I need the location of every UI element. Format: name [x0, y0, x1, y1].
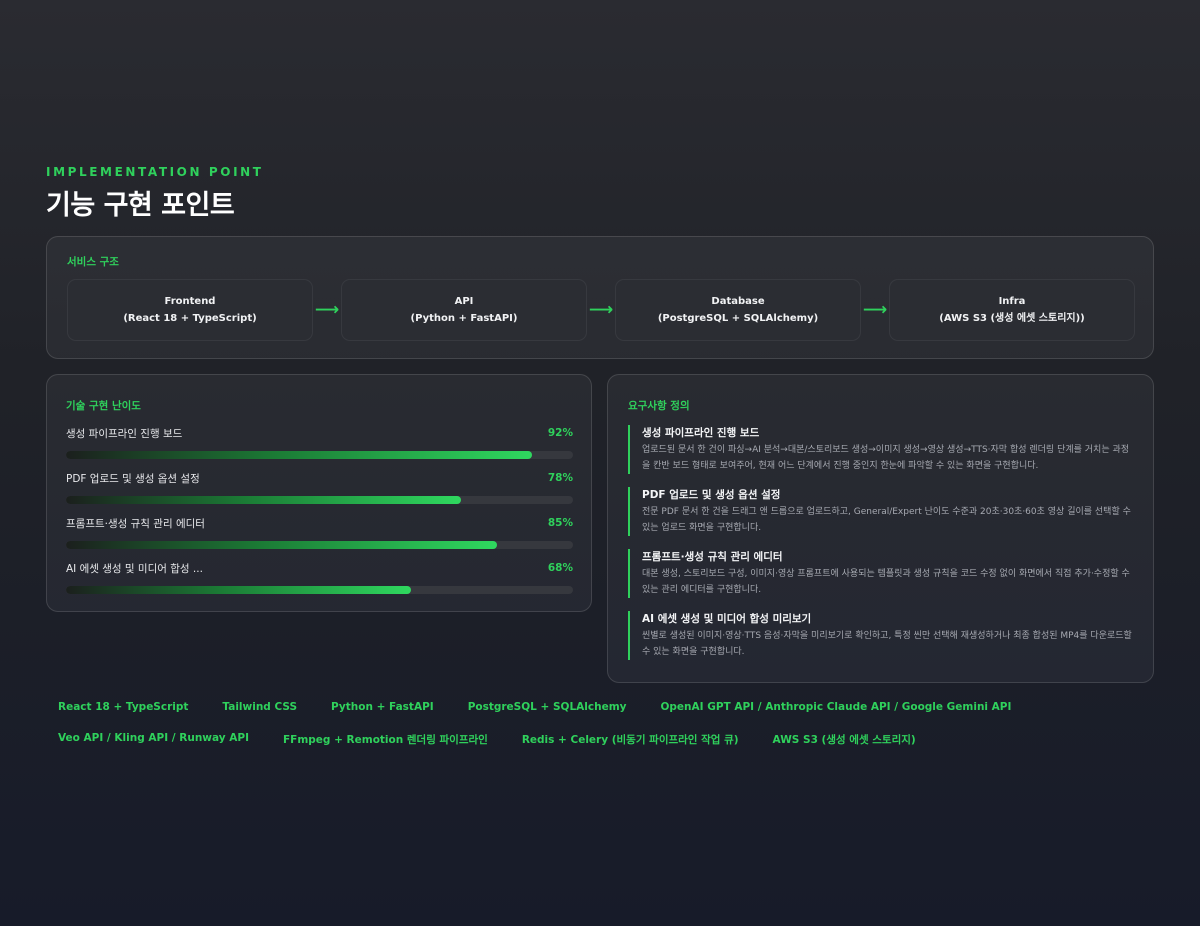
progress-track	[66, 586, 573, 594]
requirement-desc: 업로드된 문서 한 건이 파싱→AI 분석→대본/스토리보드 생성→이미지 생성…	[642, 445, 1130, 471]
flow-node-detail: (AWS S3 (생성 에셋 스토리지))	[939, 313, 1085, 324]
skill-percent: 92%	[547, 427, 573, 439]
progress-fill	[66, 496, 462, 504]
arrow-right-icon: ⟶	[588, 300, 614, 320]
requirement-title: AI 에셋 생성 및 미디어 합성 미리보기	[642, 613, 812, 625]
flow-node-detail: (React 18 + TypeScript)	[123, 313, 257, 324]
skill-item: 생성 파이프라인 진행 보드 92%	[66, 425, 573, 459]
flow-node-frontend: Frontend (React 18 + TypeScript)	[67, 279, 313, 341]
flow-node-name: API	[454, 296, 474, 307]
requirement-title: 생성 파이프라인 진행 보드	[642, 427, 760, 439]
requirements-panel: 요구사항 정의 생성 파이프라인 진행 보드 업로드된 문서 한 건이 파싱→A…	[607, 374, 1154, 683]
requirement-item: 프롬프트·생성 규칙 관리 에디터 대본 생성, 스토리보드 구성, 이미지·영…	[628, 549, 1133, 598]
arrow-right-icon: ⟶	[862, 300, 888, 320]
skill-name: AI 에셋 생성 및 미디어 합성 ...	[66, 562, 203, 575]
tech-tag: React 18 + TypeScript	[58, 701, 189, 713]
tech-stack-tags: React 18 + TypeScript Tailwind CSS Pytho…	[44, 693, 1144, 758]
progress-fill	[66, 541, 497, 549]
progress-track	[66, 496, 573, 504]
tech-tag: Python + FastAPI	[331, 701, 434, 713]
skill-item: PDF 업로드 및 생성 옵션 설정 78%	[66, 470, 573, 504]
progress-track	[66, 451, 573, 459]
progress-fill	[66, 586, 411, 594]
arrow-right-icon: ⟶	[314, 300, 340, 320]
skill-percent: 68%	[547, 562, 573, 574]
requirement-item: AI 에셋 생성 및 미디어 합성 미리보기 씬별로 생성된 이미지·영상·TT…	[628, 611, 1133, 660]
skill-percent: 78%	[547, 472, 573, 484]
skill-item: AI 에셋 생성 및 미디어 합성 ... 68%	[66, 560, 573, 594]
architecture-flow: Frontend (React 18 + TypeScript) ⟶ API (…	[67, 279, 1135, 341]
flow-node-name: Database	[711, 296, 765, 307]
section-eyebrow: IMPLEMENTATION POINT	[46, 165, 264, 179]
difficulty-label: 기술 구현 난이도	[66, 400, 141, 412]
progress-fill	[66, 451, 533, 459]
requirement-title: 프롬프트·생성 규칙 관리 에디터	[642, 551, 783, 563]
skill-name: 생성 파이프라인 진행 보드	[66, 427, 183, 440]
skill-item: 프롬프트·생성 규칙 관리 에디터 85%	[66, 515, 573, 549]
requirements-label: 요구사항 정의	[628, 400, 690, 412]
requirement-item: 생성 파이프라인 진행 보드 업로드된 문서 한 건이 파싱→AI 분석→대본/…	[628, 425, 1133, 474]
flow-node-detail: (Python + FastAPI)	[410, 313, 518, 324]
service-structure-label: 서비스 구조	[67, 256, 119, 268]
requirement-item: PDF 업로드 및 생성 옵션 설정 전문 PDF 문서 한 건을 드래그 앤 …	[628, 487, 1133, 536]
skill-name: 프롬프트·생성 규칙 관리 에디터	[66, 517, 205, 530]
tech-tag: FFmpeg + Remotion 렌더링 파이프라인	[283, 734, 488, 746]
skill-percent: 85%	[547, 517, 573, 529]
flow-node-infra: Infra (AWS S3 (생성 에셋 스토리지))	[889, 279, 1135, 341]
requirement-desc: 대본 생성, 스토리보드 구성, 이미지·영상 프롬프트에 사용되는 템플릿과 …	[642, 569, 1130, 595]
difficulty-panel: 기술 구현 난이도 생성 파이프라인 진행 보드 92% PDF 업로드 및 생…	[46, 374, 592, 612]
requirement-desc: 전문 PDF 문서 한 건을 드래그 앤 드롭으로 업로드하고, General…	[642, 507, 1131, 533]
tech-tag: Tailwind CSS	[222, 701, 298, 713]
flow-node-detail: (PostgreSQL + SQLAlchemy)	[657, 313, 819, 324]
service-structure-panel: 서비스 구조 Frontend (React 18 + TypeScript) …	[46, 236, 1154, 359]
flow-node-name: Frontend	[164, 296, 216, 307]
requirement-desc: 씬별로 생성된 이미지·영상·TTS 음성·자막을 미리보기로 확인하고, 특정…	[642, 631, 1132, 657]
flow-node-database: Database (PostgreSQL + SQLAlchemy)	[615, 279, 861, 341]
tech-tag: Veo API / Kling API / Runway API	[58, 732, 249, 744]
tech-tag: OpenAI GPT API / Anthropic Claude API / …	[660, 701, 1012, 713]
flow-node-api: API (Python + FastAPI)	[341, 279, 587, 341]
tech-tag: Redis + Celery (비동기 파이프라인 작업 큐)	[521, 734, 739, 746]
tech-tag: PostgreSQL + SQLAlchemy	[467, 701, 627, 713]
requirement-title: PDF 업로드 및 생성 옵션 설정	[642, 489, 781, 501]
skill-name: PDF 업로드 및 생성 옵션 설정	[66, 472, 200, 485]
page-title: 기능 구현 포인트	[46, 190, 235, 221]
tech-tag: AWS S3 (생성 에셋 스토리지)	[772, 734, 916, 746]
flow-node-name: Infra	[998, 296, 1026, 307]
progress-track	[66, 541, 573, 549]
